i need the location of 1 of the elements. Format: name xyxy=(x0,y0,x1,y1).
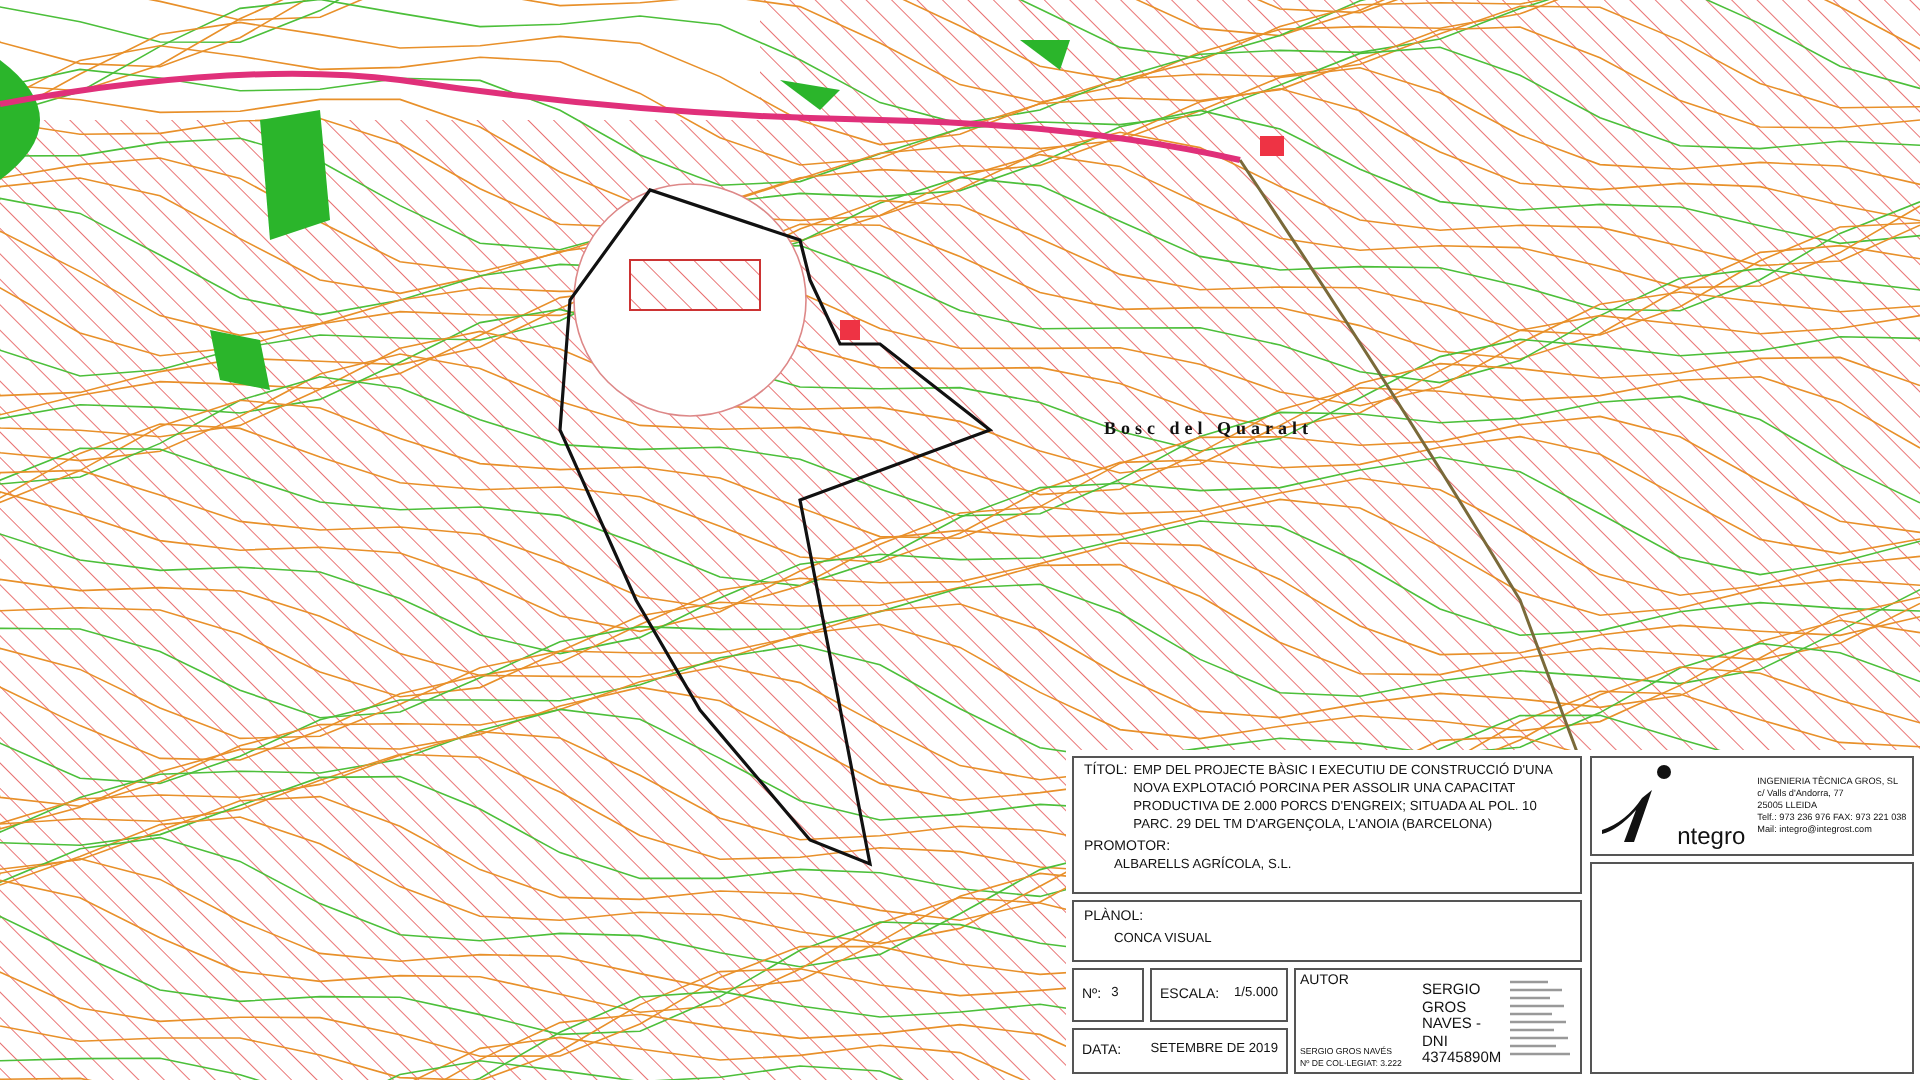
company-logo-text: ntegro xyxy=(1677,822,1746,850)
